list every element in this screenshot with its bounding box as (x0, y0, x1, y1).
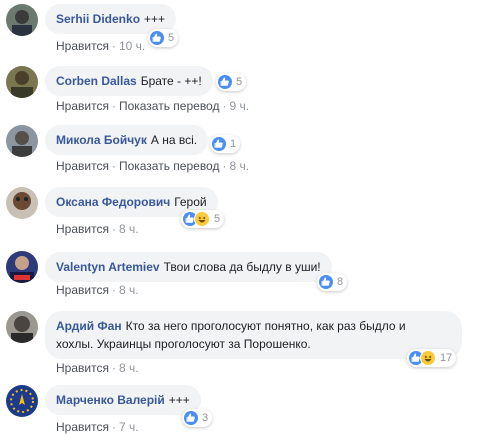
like-link[interactable]: Нравится (56, 39, 109, 53)
comment-text-continued: хохлы. Украинцы проголосуют за Порошенко… (56, 337, 311, 351)
reaction-count: 3 (202, 412, 209, 424)
reaction-count: 8 (337, 276, 344, 288)
like-reaction-icon (218, 75, 232, 89)
comment-time[interactable]: 7 ч. (119, 420, 139, 434)
comment-bubble: Микола Бойчук А на всі. (45, 125, 209, 155)
comment-text: Кто за него проголосуют понятно, как раз… (125, 319, 406, 333)
like-reaction-icon (319, 275, 333, 289)
comment-text: Твои слова да быдлу в уши! (163, 260, 321, 274)
comment-text: Герой (174, 195, 207, 209)
comment-time[interactable]: 10 ч. (119, 39, 145, 53)
reaction-count: 17 (440, 352, 453, 364)
reaction-summary[interactable]: 3 (182, 409, 213, 427)
reaction-summary[interactable]: 8 (317, 273, 348, 291)
comment-actions: Нравится · 7 ч. (56, 420, 139, 434)
comment-actions: Нравится · 10 ч. (56, 39, 145, 53)
comment-author[interactable]: Оксана Федорович (56, 195, 170, 209)
haha-reaction-icon (194, 211, 210, 227)
comment-author[interactable]: Valentyn Artemiev (56, 260, 160, 274)
haha-reaction-icon (420, 350, 436, 366)
like-link[interactable]: Нравится (56, 361, 109, 375)
reaction-summary[interactable]: 5 (216, 73, 247, 91)
comment-actions: Нравится · Показать перевод · 9 ч. (56, 99, 249, 113)
separator: · (111, 99, 116, 113)
avatar[interactable] (6, 311, 38, 343)
comment-time[interactable]: 9 ч. (229, 99, 249, 113)
like-link[interactable]: Нравится (56, 159, 109, 173)
reaction-summary[interactable]: 5 (148, 29, 179, 47)
comment-text: +++ (144, 12, 166, 26)
like-link[interactable]: Нравится (56, 222, 109, 236)
like-reaction-icon (150, 31, 164, 45)
like-link[interactable]: Нравится (56, 420, 109, 434)
comment-author[interactable]: Ардий Фан (56, 319, 122, 333)
avatar[interactable] (6, 385, 38, 417)
comment-text: +++ (168, 393, 190, 407)
separator: · (111, 159, 116, 173)
separator: · (111, 420, 116, 434)
like-link[interactable]: Нравится (56, 99, 109, 113)
show-translation-link[interactable]: Показать перевод (119, 99, 220, 113)
separator: · (111, 39, 116, 53)
comment-actions: Нравится · Показать перевод · 8 ч. (56, 159, 249, 173)
comment-text: Брате - ++! (140, 74, 202, 88)
show-translation-link[interactable]: Показать перевод (119, 159, 220, 173)
reaction-count: 5 (214, 213, 221, 225)
comment-author[interactable]: Corben Dallas (56, 74, 137, 88)
comment-author[interactable]: Микола Бойчук (56, 133, 147, 147)
separator: · (111, 222, 116, 236)
comment-bubble: Марченко Валерій +++ (45, 385, 201, 415)
like-reaction-icon (184, 411, 198, 425)
reaction-summary[interactable]: 1 (210, 135, 241, 153)
reaction-count: 5 (236, 76, 243, 88)
comment-actions: Нравится · 8 ч. (56, 361, 139, 375)
like-reaction-icon (212, 137, 226, 151)
comment-text: А на всі. (150, 133, 198, 147)
avatar[interactable] (6, 66, 38, 98)
comment-actions: Нравится · 8 ч. (56, 283, 139, 297)
comment-time[interactable]: 8 ч. (119, 361, 139, 375)
separator: · (222, 99, 227, 113)
comment-author[interactable]: Марченко Валерій (56, 393, 165, 407)
reaction-summary[interactable]: 17 (407, 349, 457, 367)
comment-time[interactable]: 8 ч. (119, 283, 139, 297)
separator: · (222, 159, 227, 173)
separator: · (111, 283, 116, 297)
like-link[interactable]: Нравится (56, 283, 109, 297)
comment-author[interactable]: Serhii Didenko (56, 12, 140, 26)
comment-time[interactable]: 8 ч. (229, 159, 249, 173)
reaction-count: 5 (168, 32, 175, 44)
comment-bubble: Corben Dallas Брате - ++! (45, 66, 213, 96)
avatar[interactable] (6, 125, 38, 157)
comment-bubble: Ардий Фан Кто за него проголосуют понятно… (45, 311, 462, 359)
comment-actions: Нравится · 8 ч. (56, 222, 139, 236)
comment-time[interactable]: 8 ч. (119, 222, 139, 236)
comment-bubble: Valentyn Artemiev Твои слова да быдлу в у… (45, 252, 332, 282)
reaction-count: 1 (230, 138, 237, 150)
separator: · (111, 361, 116, 375)
avatar[interactable] (6, 251, 38, 283)
avatar[interactable] (6, 4, 38, 36)
avatar[interactable] (6, 187, 38, 219)
reaction-summary[interactable]: 5 (181, 210, 225, 228)
